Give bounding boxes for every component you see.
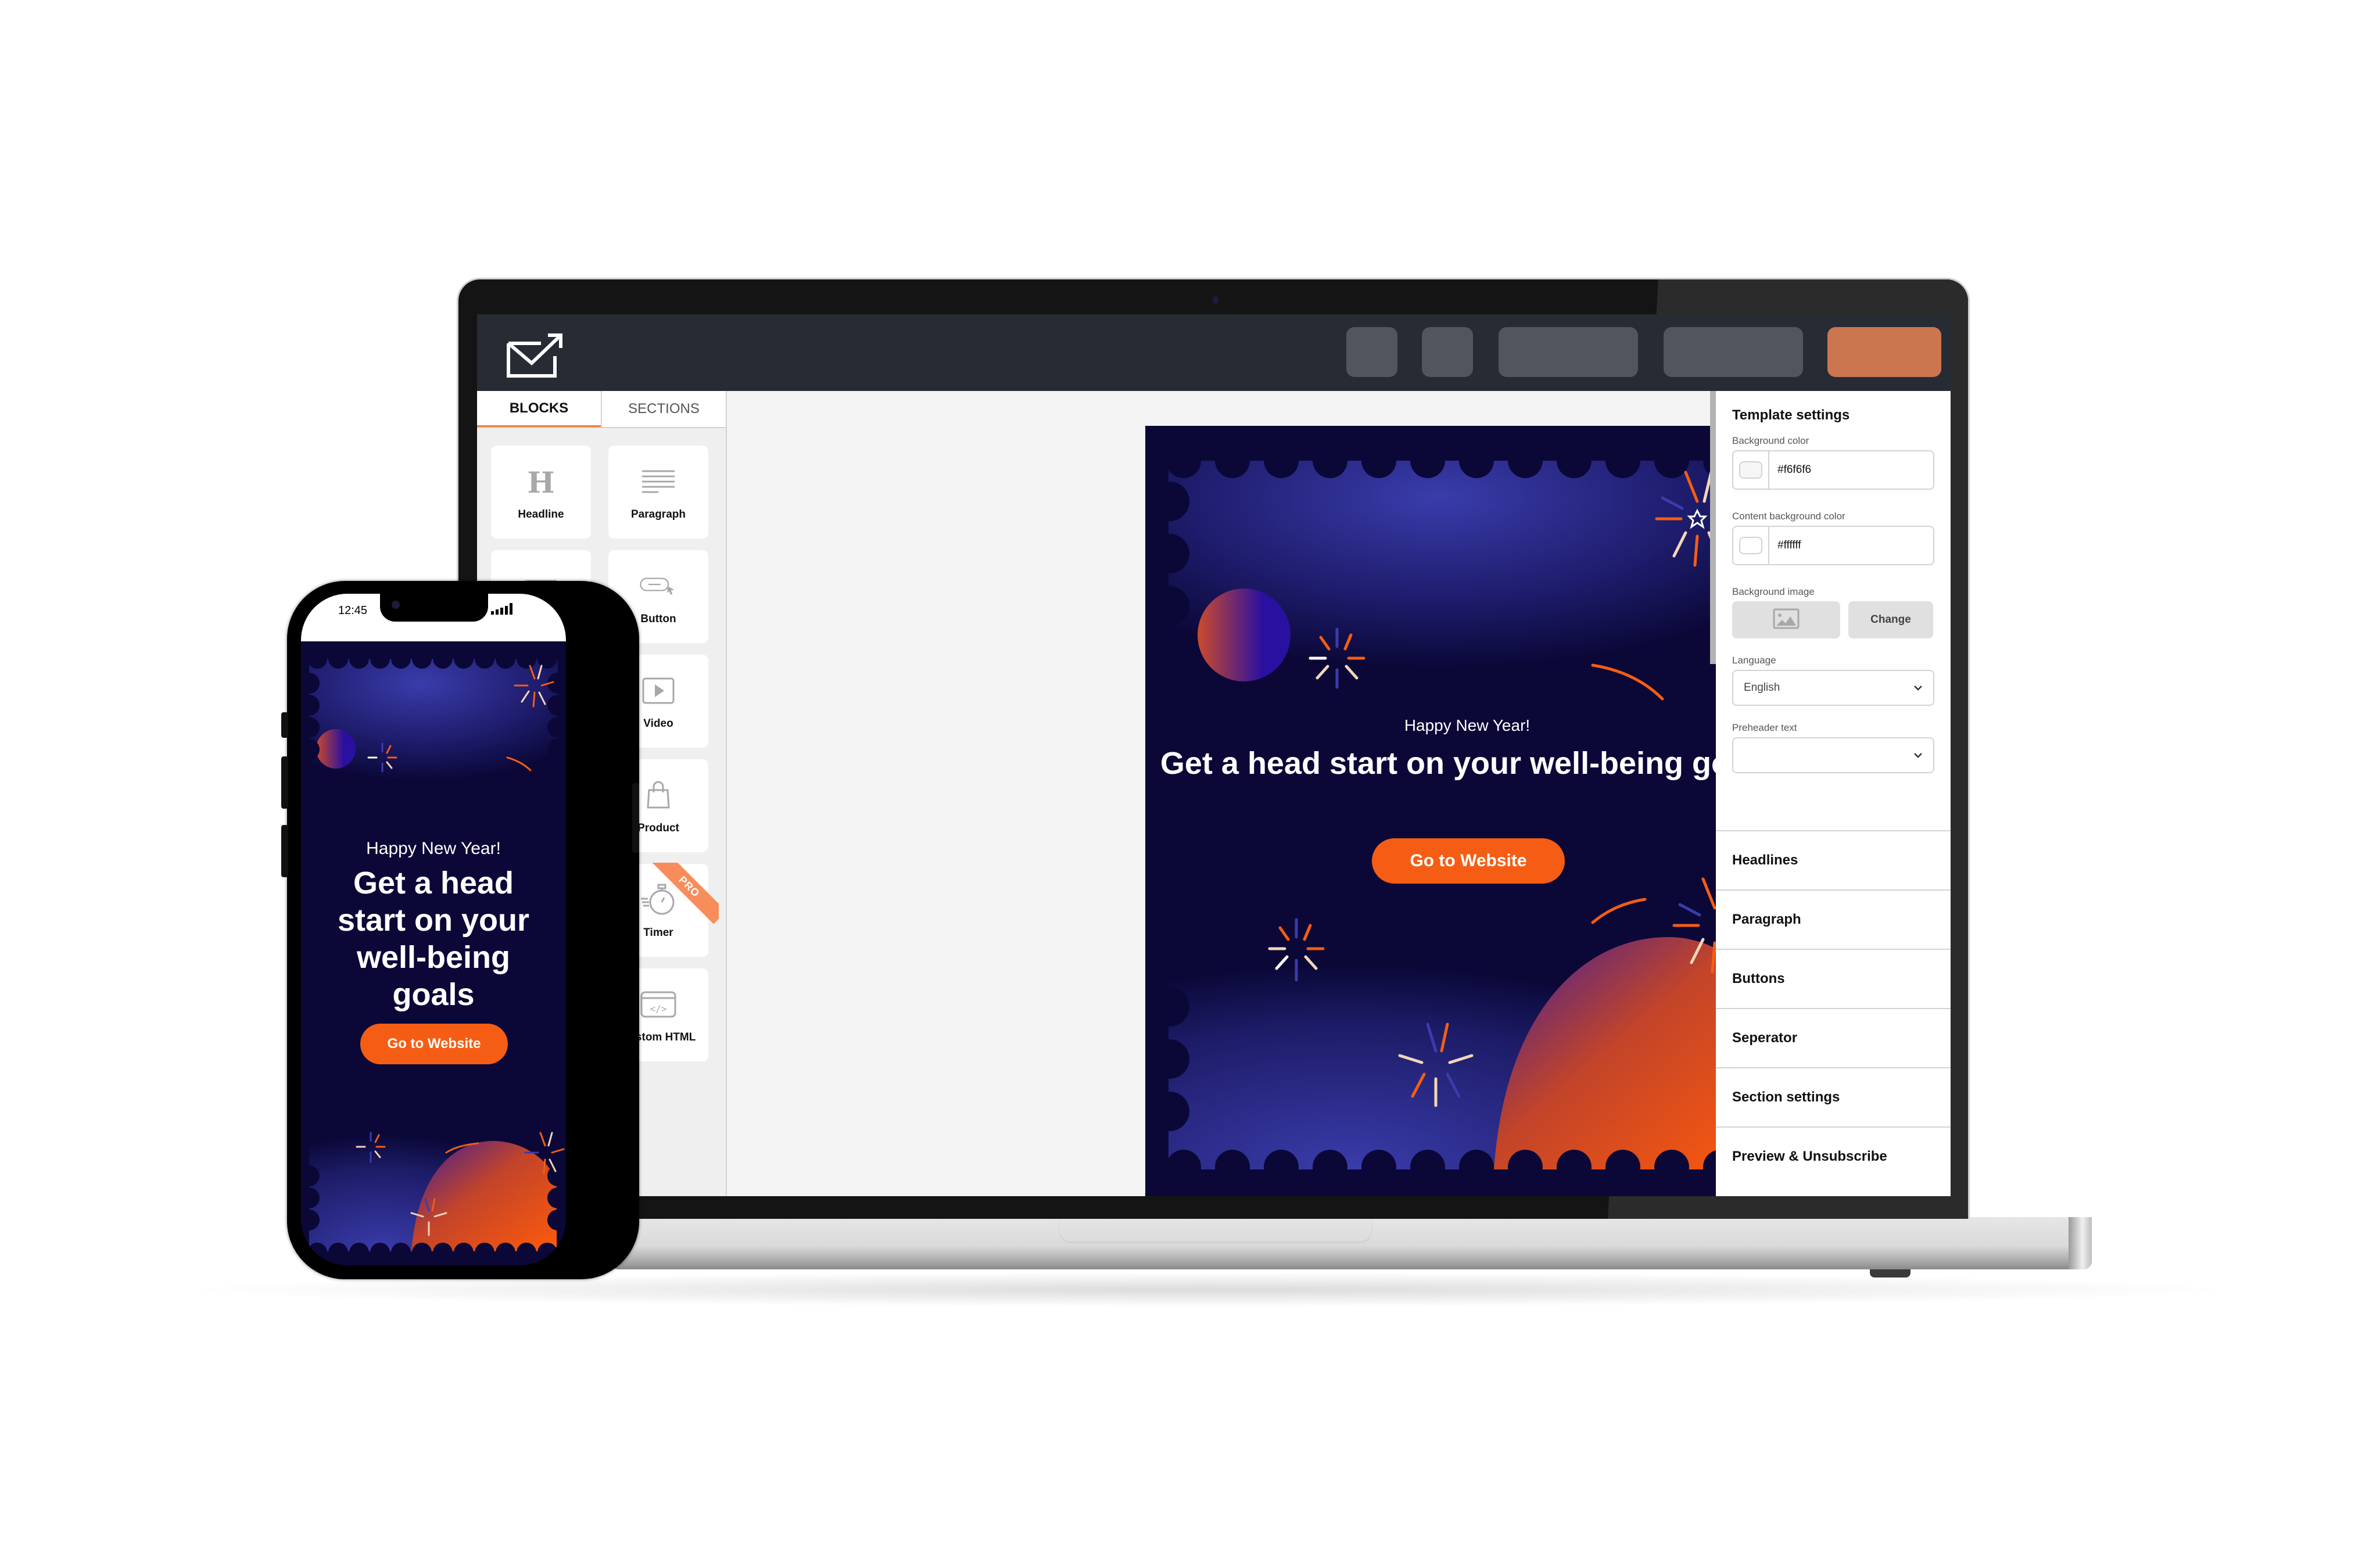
panel-tabs: BLOCKS SECTIONS xyxy=(477,391,726,428)
accordion-preview-unsubscribe[interactable]: Preview & Unsubscribe xyxy=(1716,1126,1951,1186)
front-camera xyxy=(392,601,400,609)
background-image-label: Background image xyxy=(1732,586,1815,597)
app-topbar xyxy=(477,314,1951,391)
toolbar-button-4[interactable] xyxy=(1664,327,1803,377)
svg-text:</>: </> xyxy=(650,1003,667,1014)
email-headline[interactable]: Get a head start on your well-being goal… xyxy=(1145,744,1789,783)
block-paragraph[interactable]: Paragraph xyxy=(608,446,708,539)
headline-icon: H xyxy=(522,463,560,500)
block-label: Paragraph xyxy=(631,508,686,521)
laptop-base-notch xyxy=(1059,1217,1372,1243)
block-label: Video xyxy=(643,717,673,730)
chevron-down-icon xyxy=(1913,681,1923,694)
toolbar-button-primary[interactable] xyxy=(1827,327,1941,377)
email-illustration xyxy=(1145,426,1789,1196)
status-time: 12:45 xyxy=(338,604,368,617)
video-icon xyxy=(640,672,677,709)
background-color-swatch[interactable] xyxy=(1739,461,1762,479)
preheader-select[interactable] xyxy=(1732,737,1934,773)
envelope-send-icon[interactable] xyxy=(505,333,563,379)
tab-blocks[interactable]: BLOCKS xyxy=(477,391,601,427)
content-background-color-label: Content background color xyxy=(1732,511,1845,522)
content-background-color-value[interactable]: #ffffff xyxy=(1769,527,1801,564)
background-color-label: Background color xyxy=(1732,435,1809,446)
chevron-down-icon xyxy=(1913,749,1923,762)
accordion-separator[interactable]: Seperator xyxy=(1716,1008,1951,1067)
phone-notch xyxy=(380,594,488,622)
change-background-image-button[interactable]: Change xyxy=(1848,601,1933,638)
language-label: Language xyxy=(1732,655,1776,666)
accordion-headlines[interactable]: Headlines xyxy=(1716,830,1951,889)
settings-accordion: Headlines Paragraph Buttons Seperator Se… xyxy=(1716,830,1951,1186)
content-background-color-field[interactable]: #ffffff xyxy=(1732,526,1934,565)
toolbar-button-1[interactable] xyxy=(1346,327,1397,377)
preheader-label: Preheader text xyxy=(1732,722,1797,733)
phone-screen: 12:45 Happy New Year! Get a head start o… xyxy=(301,594,566,1265)
svg-text:H: H xyxy=(527,467,554,496)
accordion-section-settings[interactable]: Section settings xyxy=(1716,1067,1951,1126)
block-label: Product xyxy=(637,821,679,834)
block-label: Headline xyxy=(518,508,564,521)
language-value: English xyxy=(1744,681,1780,694)
laptop-foot xyxy=(1870,1269,1911,1277)
code-icon: </> xyxy=(640,986,677,1023)
email-cta-button[interactable]: Go to Website xyxy=(1372,838,1565,884)
laptop-lid: BLOCKS SECTIONS H Headline Paragraph But… xyxy=(457,278,1970,1219)
toolbar-button-3[interactable] xyxy=(1499,327,1638,377)
background-color-value[interactable]: #f6f6f6 xyxy=(1769,451,1811,489)
phone-mute-button xyxy=(281,712,288,738)
phone-status-bar: 12:45 xyxy=(301,594,566,641)
accordion-buttons[interactable]: Buttons xyxy=(1716,949,1951,1008)
background-color-field[interactable]: #f6f6f6 xyxy=(1732,450,1934,490)
image-placeholder-icon xyxy=(1773,608,1800,632)
block-label: Button xyxy=(640,612,676,625)
accordion-paragraph[interactable]: Paragraph xyxy=(1716,889,1951,949)
phone-power-button xyxy=(632,783,639,853)
canvas-scrollbar[interactable] xyxy=(1710,391,1716,664)
laptop-screen: BLOCKS SECTIONS H Headline Paragraph But… xyxy=(477,314,1951,1196)
editor-canvas: Happy New Year! Get a head start on your… xyxy=(728,391,1789,1196)
phone-email-greeting[interactable]: Happy New Year! xyxy=(301,839,566,859)
paragraph-icon xyxy=(640,463,677,500)
stopwatch-icon xyxy=(640,881,677,918)
email-preview[interactable]: Happy New Year! Get a head start on your… xyxy=(1145,426,1789,1196)
phone-volume-up-button xyxy=(281,756,288,809)
toolbar-button-2[interactable] xyxy=(1422,327,1473,377)
email-greeting[interactable]: Happy New Year! xyxy=(1145,716,1789,735)
phone-email-cta-button[interactable]: Go to Website xyxy=(360,1024,508,1064)
phone-device: 12:45 Happy New Year! Get a head start o… xyxy=(281,581,639,1279)
content-background-color-swatch[interactable] xyxy=(1739,537,1762,554)
laptop-camera xyxy=(1213,296,1218,304)
settings-title: Template settings xyxy=(1732,407,1850,423)
signal-icon xyxy=(491,603,512,615)
tab-sections[interactable]: SECTIONS xyxy=(601,391,726,427)
button-icon xyxy=(640,568,677,605)
language-select[interactable]: English xyxy=(1732,670,1934,706)
shopping-bag-icon xyxy=(640,777,677,814)
block-label: Timer xyxy=(643,926,673,939)
block-headline[interactable]: H Headline xyxy=(491,446,591,539)
phone-email-headline[interactable]: Get a head start on your well-being goal… xyxy=(301,864,566,1013)
phone-email-preview[interactable]: Happy New Year! Get a head start on your… xyxy=(301,641,566,1265)
settings-panel: Template settings Background color #f6f6… xyxy=(1716,391,1951,1196)
phone-volume-down-button xyxy=(281,825,288,877)
background-image-thumbnail[interactable] xyxy=(1732,601,1840,638)
